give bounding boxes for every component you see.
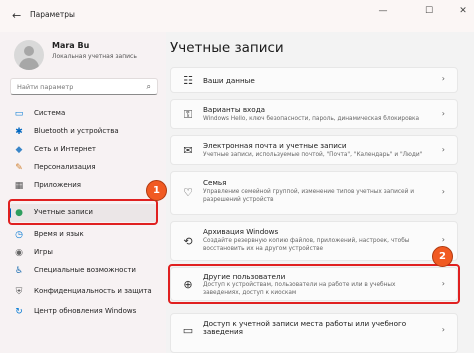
card-title: Варианты входа bbox=[203, 105, 266, 114]
sidebar-item-bluetooth[interactable]: ✱ Bluetooth и устройства bbox=[8, 123, 158, 141]
sidebar-item-label: Система bbox=[34, 109, 66, 117]
sidebar-item-personalization[interactable]: ✎ Персонализация bbox=[8, 159, 158, 177]
search-box[interactable]: ⌕ bbox=[10, 78, 158, 95]
card-email-accounts[interactable]: ✉ Электронная почта и учетные записи Уче… bbox=[170, 135, 458, 165]
highlight-box-accounts bbox=[8, 199, 158, 225]
sidebar: Mara Bu Локальная учетная запись ⌕ ▭ Сис… bbox=[0, 32, 166, 353]
sidebar-item-time-language[interactable]: ◷ Время и язык bbox=[8, 226, 158, 244]
app-title: Параметры bbox=[30, 10, 75, 19]
apps-icon: ▦ bbox=[14, 181, 24, 191]
chevron-right-icon: › bbox=[441, 74, 445, 83]
card-title: Электронная почта и учетные записи bbox=[203, 141, 347, 150]
sidebar-item-label: Приложения bbox=[34, 181, 81, 189]
maximize-icon[interactable]: ☐ bbox=[418, 6, 440, 16]
step-badge-1: 1 bbox=[146, 180, 167, 201]
card-title: Семья bbox=[203, 178, 227, 187]
sidebar-item-apps[interactable]: ▦ Приложения bbox=[8, 177, 158, 195]
card-title: Архивация Windows bbox=[203, 227, 279, 236]
sidebar-item-label: Bluetooth и устройства bbox=[34, 127, 119, 135]
system-icon: ▭ bbox=[14, 109, 24, 119]
settings-window: ← Параметры — ☐ ✕ Mara Bu Локальная учет… bbox=[0, 0, 474, 353]
card-description: Учетные записи, используемые почтой, "По… bbox=[203, 152, 423, 158]
sidebar-item-label: Конфиденциальность и защита bbox=[34, 287, 152, 295]
accessibility-icon: ♿ bbox=[14, 266, 24, 276]
avatar-head bbox=[24, 46, 34, 56]
page-title: Учетные записи bbox=[170, 40, 284, 56]
gamepad-icon: ◉ bbox=[15, 248, 23, 258]
briefcase-icon: ▭ bbox=[182, 324, 194, 337]
main-content: Учетные записи ☷ Ваши данные › ⚿ Вариант… bbox=[166, 32, 474, 353]
minimize-icon[interactable]: — bbox=[372, 6, 394, 16]
sidebar-item-privacy[interactable]: ⛨ Конфиденциальность и защита bbox=[8, 283, 158, 301]
avatar[interactable] bbox=[14, 40, 44, 70]
sidebar-item-network[interactable]: ◆ Сеть и Интернет bbox=[8, 141, 158, 159]
heart-icon: ♡ bbox=[183, 186, 193, 199]
card-description: Управление семейной группой, изменение т… bbox=[203, 189, 414, 203]
shield-icon: ⛨ bbox=[15, 287, 23, 297]
sidebar-item-label: Сеть и Интернет bbox=[34, 145, 96, 153]
sidebar-item-label: Игры bbox=[34, 248, 53, 256]
search-icon[interactable]: ⌕ bbox=[147, 82, 151, 92]
update-icon: ↻ bbox=[15, 307, 23, 317]
bluetooth-icon: ✱ bbox=[15, 127, 23, 137]
card-windows-backup[interactable]: ⟲ Архивация Windows Создайте резервную к… bbox=[170, 221, 458, 261]
search-input[interactable] bbox=[17, 81, 137, 92]
back-arrow-icon[interactable]: ← bbox=[12, 9, 21, 22]
card-title: Доступ к учетной записи места работы или… bbox=[203, 319, 407, 336]
mail-icon: ✉ bbox=[183, 144, 193, 157]
highlight-box-other-users bbox=[168, 264, 460, 304]
clock-icon: ◷ bbox=[15, 230, 23, 240]
chevron-right-icon: › bbox=[441, 235, 445, 244]
key-icon: ⚿ bbox=[183, 108, 193, 121]
user-account-type: Локальная учетная запись bbox=[52, 53, 137, 60]
card-description: Windows Hello, ключ безопасности, пароль… bbox=[203, 116, 420, 122]
card-family[interactable]: ♡ Семья Управление семейной группой, изм… bbox=[170, 171, 458, 215]
step-badge-2: 2 bbox=[432, 246, 453, 267]
card-work-school-access[interactable]: ▭ Доступ к учетной записи места работы и… bbox=[170, 313, 458, 353]
sidebar-item-label: Специальные возможности bbox=[34, 266, 136, 274]
sidebar-item-label: Время и язык bbox=[34, 230, 84, 238]
chevron-right-icon: › bbox=[441, 109, 445, 118]
card-description: Создайте резервную копию файлов, приложе… bbox=[203, 238, 410, 252]
user-name: Mara Bu bbox=[52, 41, 90, 50]
chevron-right-icon: › bbox=[441, 325, 445, 334]
id-card-icon: ☷ bbox=[183, 74, 193, 87]
chevron-right-icon: › bbox=[441, 187, 445, 196]
chevron-right-icon: › bbox=[441, 145, 445, 154]
card-title: Ваши данные bbox=[203, 76, 255, 85]
title-bar: ← Параметры — ☐ ✕ bbox=[0, 0, 474, 32]
avatar-body bbox=[19, 58, 39, 70]
sidebar-item-gaming[interactable]: ◉ Игры bbox=[8, 244, 158, 262]
sidebar-item-system[interactable]: ▭ Система bbox=[8, 105, 158, 123]
sidebar-item-label: Персонализация bbox=[34, 163, 96, 171]
card-sign-in-options[interactable]: ⚿ Варианты входа Windows Hello, ключ без… bbox=[170, 99, 458, 129]
sidebar-item-label: Центр обновления Windows bbox=[34, 307, 137, 315]
card-your-info[interactable]: ☷ Ваши данные › bbox=[170, 67, 458, 93]
close-icon[interactable]: ✕ bbox=[452, 6, 474, 16]
sidebar-item-accessibility[interactable]: ♿ Специальные возможности bbox=[8, 262, 158, 280]
sidebar-item-windows-update[interactable]: ↻ Центр обновления Windows bbox=[8, 303, 158, 321]
network-icon: ◆ bbox=[15, 145, 23, 155]
brush-icon: ✎ bbox=[15, 163, 23, 173]
backup-icon: ⟲ bbox=[183, 235, 193, 248]
